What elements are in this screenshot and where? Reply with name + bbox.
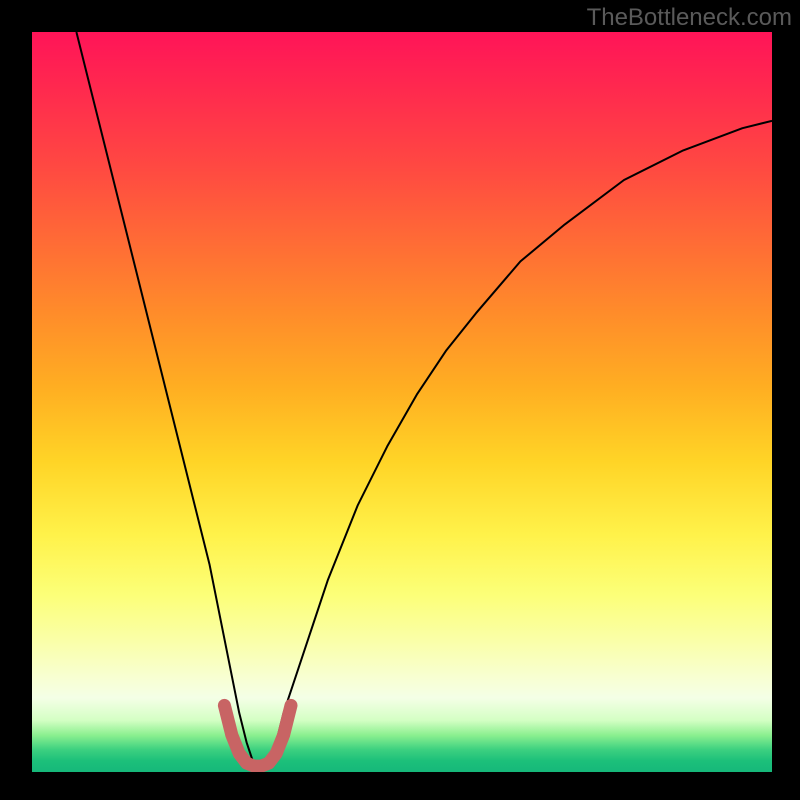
bottleneck-curve <box>76 32 772 768</box>
trough-marker <box>224 705 291 766</box>
watermark-text: TheBottleneck.com <box>587 4 792 32</box>
chart-svg <box>32 32 772 772</box>
plot-area <box>32 32 772 772</box>
